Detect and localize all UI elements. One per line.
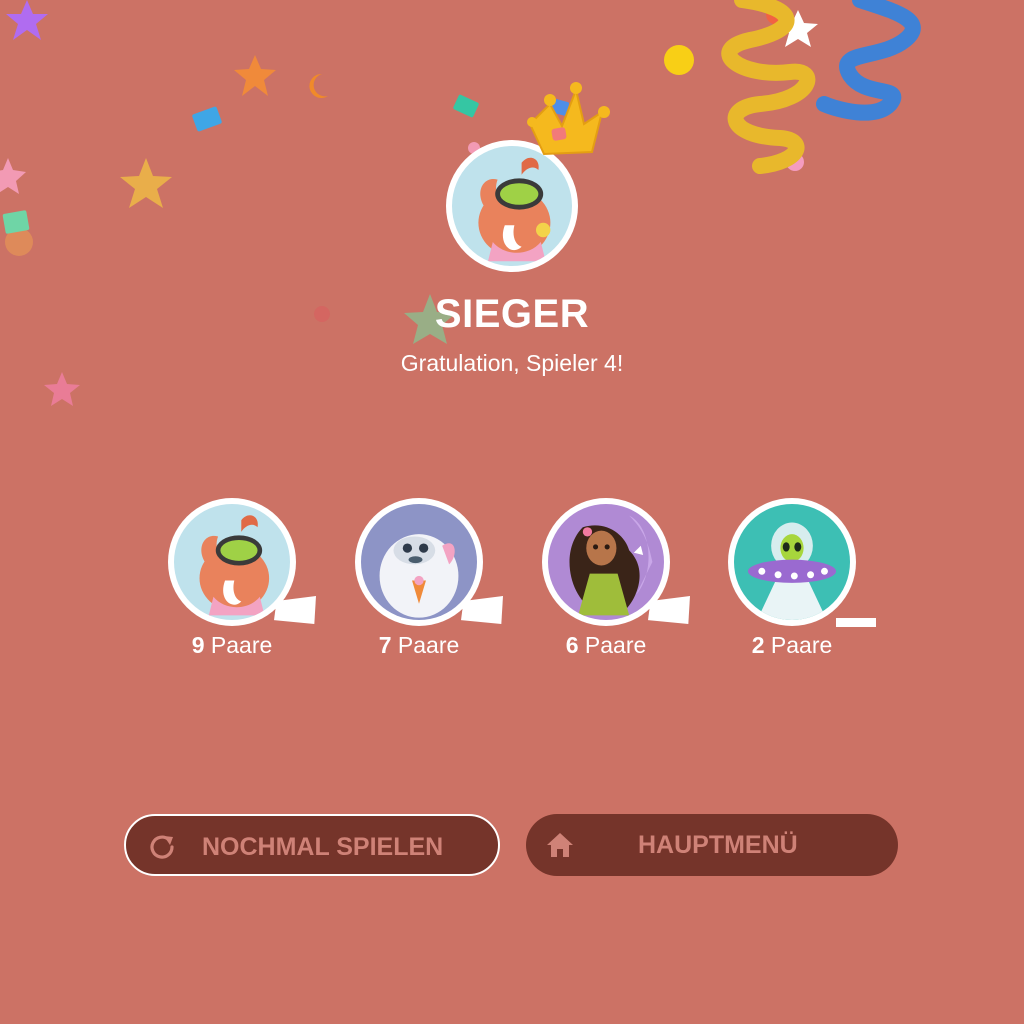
- star-white: [778, 10, 818, 47]
- yeti-avatar: [361, 504, 477, 620]
- star-pink: [0, 158, 26, 194]
- star-gold: [120, 158, 172, 208]
- confetti-mint: [2, 210, 30, 234]
- dot-yellow: [664, 45, 694, 75]
- star-purple: [6, 0, 48, 40]
- streamer-yellow: [721, 0, 816, 174]
- player-avatar-4: [728, 498, 856, 626]
- rank-ribbon: [836, 618, 876, 627]
- replay-button[interactable]: NOCHMAL SPIELEN: [124, 814, 500, 876]
- dot-orange: [5, 228, 33, 256]
- streamer-blue: [816, 0, 921, 121]
- player-pairs: 6 Paare: [565, 632, 647, 658]
- star-orange: [234, 55, 276, 96]
- player-pairs: 7 Paare: [378, 632, 460, 658]
- main-menu-button[interactable]: HAUPTMENÜ: [526, 814, 898, 876]
- player-score-2: 7 Paare: [355, 498, 503, 658]
- confetti-blue: [192, 106, 222, 132]
- mammoth-avatar: [452, 146, 572, 266]
- dot-pink: [786, 153, 804, 171]
- confetti-teal: [453, 94, 479, 118]
- replay-icon: [150, 835, 174, 859]
- player-score-4: 2 Paare: [728, 498, 876, 658]
- main-menu-button-label: HAUPTMENÜ: [638, 831, 798, 859]
- dot-red-top: [766, 3, 788, 25]
- player-score-3: 6 Paare: [542, 498, 690, 658]
- winner-title: SIEGER: [434, 292, 590, 336]
- star-pink-small: [44, 372, 80, 406]
- moon-orange-1: [88, 40, 102, 65]
- player-score-1: 9 Paare: [168, 498, 316, 658]
- home-icon: [547, 833, 573, 857]
- moon-orange-2: [309, 73, 328, 98]
- player-pairs: 9 Paare: [191, 632, 273, 658]
- girl-avatar: [548, 504, 664, 620]
- mammoth-avatar: [174, 504, 290, 620]
- moon-peach: [68, 388, 82, 413]
- moon-orange-3: [700, 182, 714, 207]
- crown-icon: [527, 82, 610, 156]
- player-pairs: 2 Paare: [751, 632, 833, 658]
- alien-avatar: [734, 504, 850, 620]
- winner-message: Gratulation, Spieler 4!: [400, 350, 624, 376]
- game-over-screen: SIEGER Gratulation, Spieler 4! 9 Paare 7…: [0, 0, 1024, 1024]
- replay-button-label: NOCHMAL SPIELEN: [202, 833, 444, 861]
